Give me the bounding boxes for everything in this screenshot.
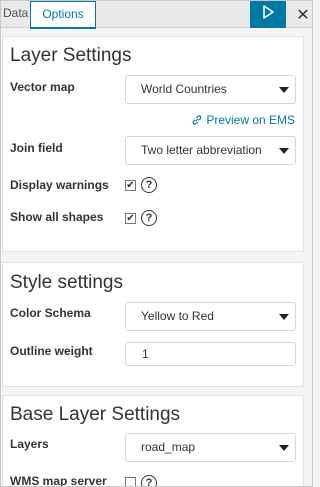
join-field-label: Join field: [10, 141, 63, 155]
style-settings-title: Style settings: [10, 272, 123, 293]
help-icon[interactable]: ?: [141, 475, 157, 486]
outline-weight-input[interactable]: 1: [125, 342, 296, 366]
display-warnings-label: Display warnings: [10, 178, 109, 192]
apply-changes-button[interactable]: [250, 1, 286, 28]
visualization-options-panel: Data Options ✕ Layer Settings Vector map…: [0, 0, 313, 487]
vector-map-label: Vector map: [10, 80, 75, 94]
help-icon[interactable]: ?: [141, 177, 157, 193]
layer-settings-title: Layer Settings: [10, 45, 132, 66]
link-icon: [191, 113, 206, 127]
show-all-shapes-label: Show all shapes: [10, 210, 104, 224]
join-field-value: Two letter abbreviation: [141, 143, 262, 157]
color-schema-label: Color Schema: [10, 306, 91, 320]
base-layer-settings-card: Base Layer Settings Layers road_map WMS …: [2, 395, 304, 487]
base-layer-settings-title: Base Layer Settings: [10, 404, 181, 425]
outline-weight-label: Outline weight: [10, 344, 93, 358]
layer-settings-card: Layer Settings Vector map World Countrie…: [2, 36, 304, 252]
chevron-down-icon: [279, 314, 289, 320]
layers-label: Layers: [10, 437, 49, 451]
show-all-shapes-checkbox[interactable]: ✔: [125, 213, 136, 224]
preview-on-ems-link[interactable]: Preview on EMS: [191, 113, 295, 127]
editor-tab-bar: Data Options ✕: [1, 1, 312, 29]
help-icon[interactable]: ?: [141, 210, 157, 226]
join-field-select[interactable]: Two letter abbreviation: [125, 136, 296, 165]
layers-select[interactable]: road_map: [125, 433, 296, 462]
color-schema-value: Yellow to Red: [141, 309, 214, 323]
wms-map-server-checkbox[interactable]: [125, 477, 136, 486]
checkmark-icon: ✔: [126, 212, 135, 224]
style-settings-card: Style settings Color Schema Yellow to Re…: [2, 262, 304, 387]
vector-map-select[interactable]: World Countries: [125, 75, 296, 104]
close-button[interactable]: ✕: [294, 1, 312, 28]
layers-value: road_map: [141, 440, 196, 454]
play-icon: [262, 5, 274, 24]
display-warnings-checkbox[interactable]: ✔: [125, 180, 136, 191]
tab-options[interactable]: Options: [30, 1, 96, 29]
panel-scrollbar[interactable]: [305, 29, 312, 486]
wms-map-server-label: WMS map server: [10, 474, 107, 487]
chevron-down-icon: [279, 148, 289, 154]
preview-link-text: Preview on EMS: [206, 113, 296, 127]
chevron-down-icon: [279, 445, 289, 451]
close-icon: ✕: [296, 6, 310, 24]
color-schema-select[interactable]: Yellow to Red: [125, 302, 296, 331]
tab-data[interactable]: Data: [1, 1, 30, 28]
checkmark-icon: ✔: [126, 179, 135, 191]
chevron-down-icon: [279, 87, 289, 93]
vector-map-value: World Countries: [141, 82, 227, 96]
